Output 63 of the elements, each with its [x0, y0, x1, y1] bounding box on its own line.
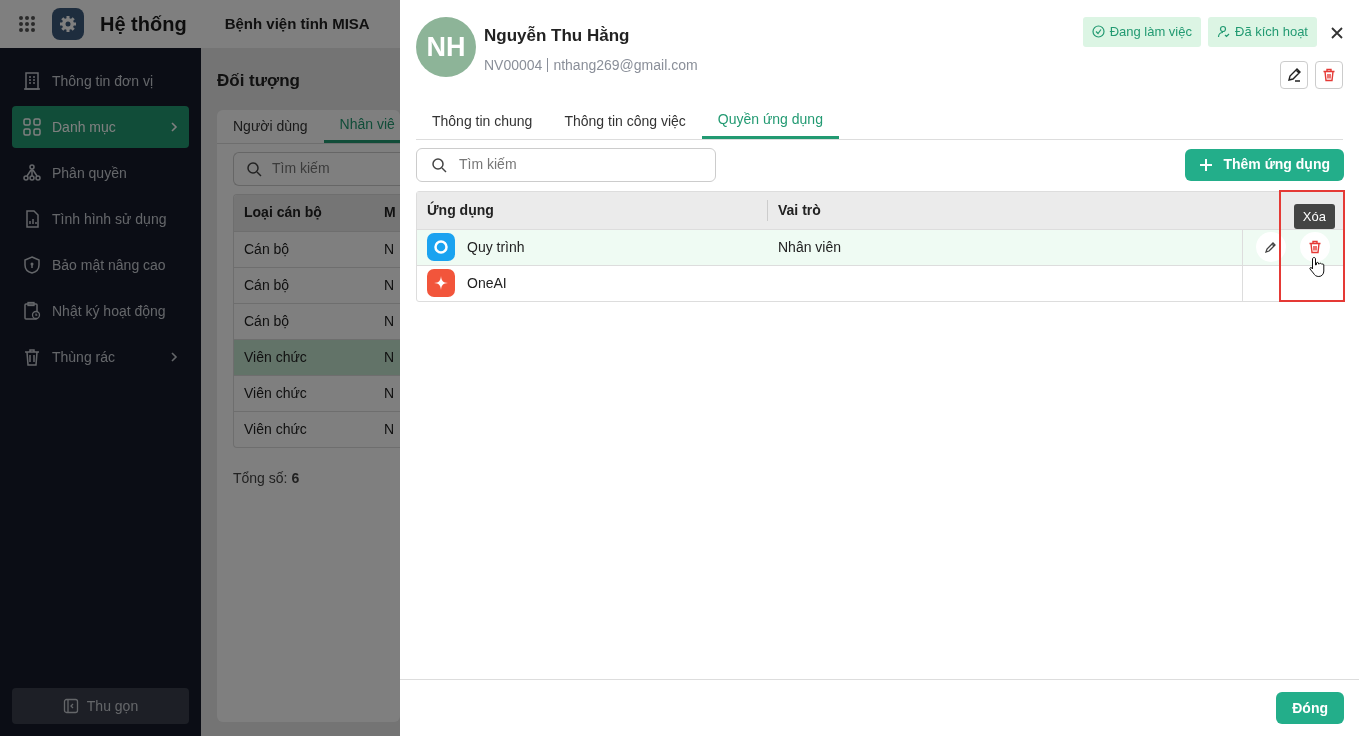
- check-circle-icon: [1091, 25, 1105, 39]
- sidebar-item[interactable]: Bảo mật nâng cao: [12, 244, 189, 286]
- delete-button[interactable]: [1315, 60, 1343, 89]
- table-row[interactable]: Quy trình Nhân viên: [417, 228, 1343, 265]
- sidebar-item[interactable]: Tình hình sử dụng: [12, 198, 189, 240]
- pencil-icon: [1264, 240, 1278, 254]
- column-header[interactable]: Vai trò: [768, 191, 1242, 229]
- status-badge: Đang làm việc: [1082, 17, 1201, 47]
- app-name: OneAI: [467, 273, 507, 293]
- sidebar-item[interactable]: Phân quyền: [12, 152, 189, 194]
- grid-icon: [22, 117, 42, 137]
- sidebar-item[interactable]: Danh mục: [12, 106, 189, 148]
- column-header[interactable]: Ứng dụng: [417, 199, 768, 221]
- employee-name: Nguyễn Thu Hằng: [484, 25, 631, 47]
- sidebar-item[interactable]: Thông tin đơn vị: [12, 60, 189, 102]
- sidebar-item[interactable]: Nhật ký hoạt động: [12, 290, 189, 332]
- edit-button[interactable]: [1256, 232, 1286, 262]
- edit-button[interactable]: [1280, 60, 1308, 89]
- employee-email: nthang269@gmail.com: [553, 56, 698, 73]
- page-title: Đối tượng: [217, 70, 300, 92]
- delete-button[interactable]: [1300, 232, 1330, 262]
- add-app-button[interactable]: Thêm ứng dụng: [1185, 148, 1344, 181]
- status-badge: Đã kích hoạt: [1208, 17, 1317, 47]
- sidebar-item[interactable]: Thùng rác: [12, 336, 189, 378]
- tab[interactable]: Người dùng: [217, 109, 324, 143]
- column-header[interactable]: Loại cán bộ: [234, 202, 384, 223]
- role-name: Nhân viên: [778, 237, 842, 257]
- collapse-button[interactable]: Thu gọn: [12, 688, 189, 724]
- search-field[interactable]: Tìm kiếm: [416, 147, 716, 182]
- building-icon: [22, 71, 42, 91]
- organization-name: Bệnh viện tỉnh MISA: [224, 13, 370, 34]
- search-field[interactable]: Tìm kiếm: [233, 151, 400, 186]
- table-row[interactable]: OneAI: [417, 264, 1343, 301]
- total-count: Tổng số: 6: [233, 468, 301, 488]
- collapse-icon: [62, 698, 79, 714]
- gear-icon: [59, 15, 77, 33]
- app-title: Hệ thống: [100, 12, 187, 37]
- shield-icon: [22, 255, 42, 275]
- ring-glyph: [433, 239, 449, 255]
- pencil-icon: [1286, 66, 1302, 83]
- chevron-right-icon: [169, 352, 179, 362]
- table-row[interactable]: Viên chức N: [234, 338, 400, 375]
- search-icon: [246, 160, 262, 177]
- plus-icon: [1199, 157, 1214, 172]
- avatar: NH: [416, 17, 476, 77]
- close-icon: [1331, 26, 1343, 39]
- hand-cursor-icon: [1309, 255, 1325, 278]
- clipboard-icon: [22, 301, 42, 321]
- apps-menu-icon[interactable]: [18, 15, 36, 33]
- tab[interactable]: Thông tin chung: [416, 103, 549, 139]
- hierarchy-icon: [22, 163, 42, 183]
- column-header[interactable]: M: [384, 202, 400, 223]
- close-button[interactable]: Đóng: [1276, 692, 1344, 724]
- tab[interactable]: Thông tin công việc: [548, 103, 702, 139]
- trash-icon: [1308, 240, 1322, 254]
- search-icon: [431, 156, 447, 173]
- employee-code: NV00004: [484, 56, 543, 73]
- trash-icon: [22, 347, 42, 367]
- chevron-right-icon: [169, 122, 179, 132]
- user-icon: [1217, 25, 1230, 39]
- trash-icon: [1322, 67, 1336, 82]
- app-name: Quy trình: [467, 237, 525, 257]
- tab[interactable]: Quyền ứng dụng: [701, 103, 839, 139]
